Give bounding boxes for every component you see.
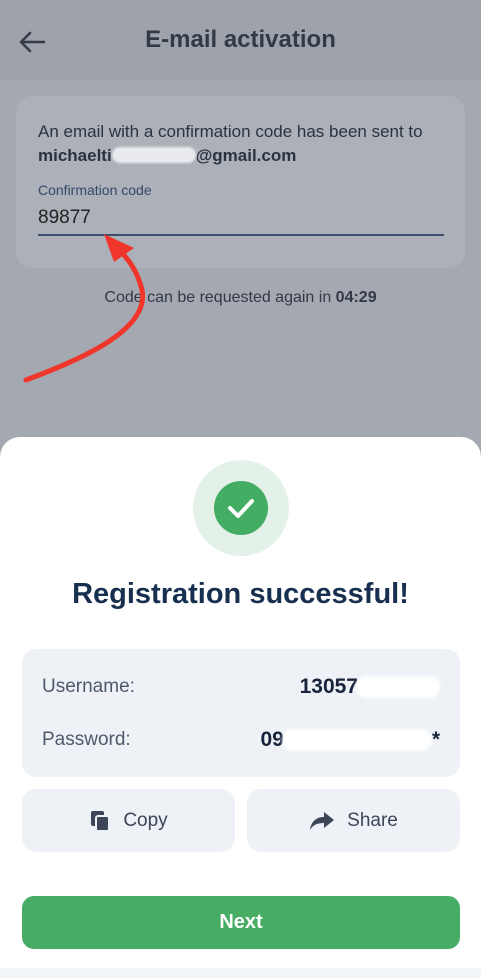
copy-button[interactable]: Copy [22, 789, 235, 852]
credentials-card: Username: 13057 Password: 09 * [22, 649, 460, 777]
email-message-text: An email with a confirmation code has be… [38, 122, 423, 141]
password-label: Password: [42, 729, 131, 750]
share-label: Share [347, 809, 398, 831]
password-row: Password: 09 * [42, 725, 440, 755]
email-card: An email with a confirmation code has be… [16, 96, 465, 268]
username-value-text: 13057 [299, 675, 358, 698]
resend-countdown: 04:29 [335, 289, 377, 306]
success-title: Registration successful! [72, 578, 409, 610]
password-value-end: * [431, 728, 440, 751]
resend-timer-text: Code can be requested again in 04:29 [0, 289, 481, 307]
password-value-start: 09 [260, 728, 284, 751]
bottom-strip [0, 968, 481, 978]
password-value: 09 * [260, 728, 440, 752]
email-message: An email with a confirmation code has be… [38, 120, 438, 168]
page-title: E-mail activation [145, 26, 336, 53]
confirmation-code-input[interactable] [38, 202, 444, 236]
resend-text: Code can be requested again in [104, 289, 336, 306]
share-icon [310, 811, 335, 830]
password-redaction [281, 729, 432, 751]
check-circle-icon [214, 481, 268, 535]
email-address-start: michaelti [38, 146, 112, 165]
username-row: Username: 13057 [42, 672, 440, 702]
success-badge [193, 460, 289, 556]
copy-label: Copy [123, 809, 168, 831]
username-value: 13057 [300, 675, 440, 699]
next-button[interactable]: Next [22, 896, 460, 949]
username-label: Username: [42, 676, 135, 697]
username-redaction [356, 676, 440, 698]
email-redaction [111, 147, 196, 163]
registration-success-sheet: Registration successful! Username: 13057… [0, 437, 481, 978]
check-icon [228, 499, 254, 518]
copy-icon [91, 810, 111, 832]
email-address-end: @gmail.com [195, 146, 297, 165]
share-button[interactable]: Share [247, 789, 460, 852]
app-header: E-mail activation [0, 0, 481, 80]
confirmation-code-label: Confirmation code [38, 182, 152, 198]
